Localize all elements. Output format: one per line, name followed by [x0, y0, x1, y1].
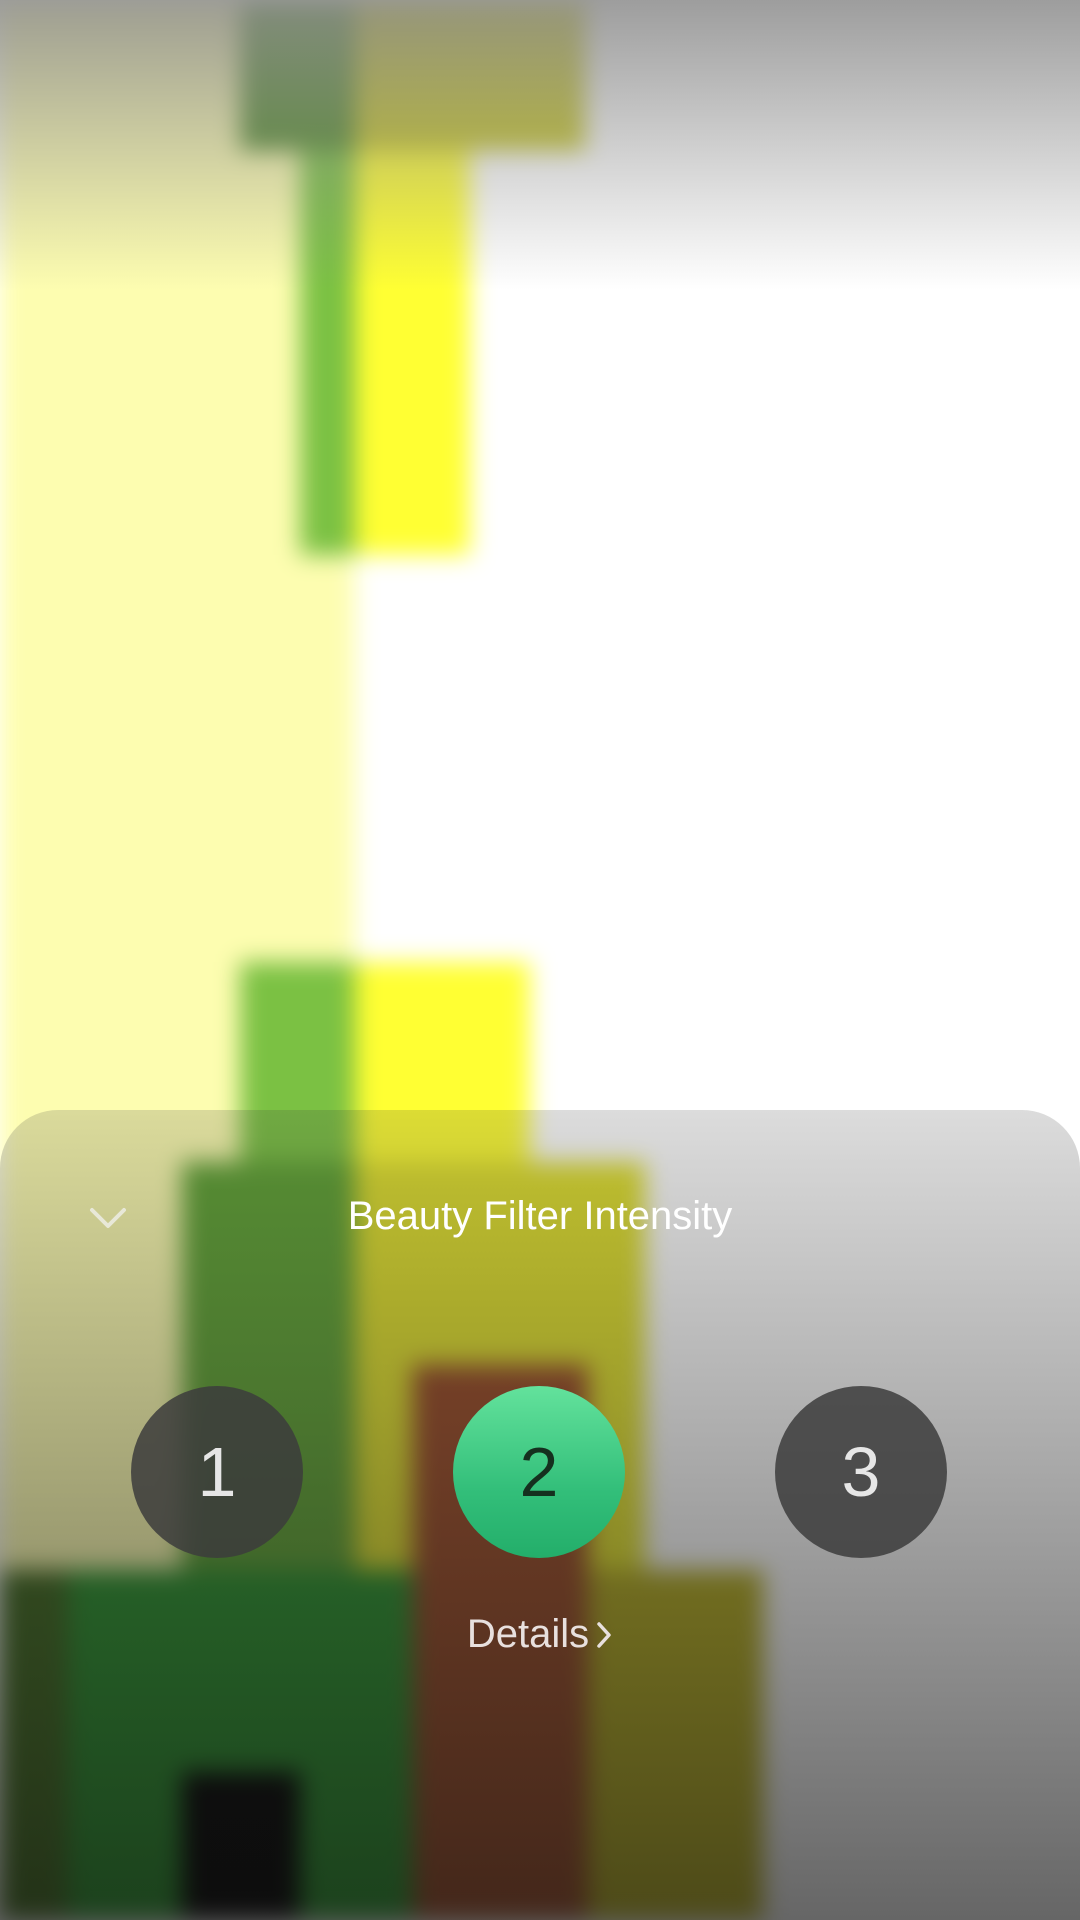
preview-top-shade	[0, 0, 1080, 290]
level-2-button[interactable]: 2	[453, 1386, 625, 1558]
level-1-button[interactable]: 1	[131, 1386, 303, 1558]
camera-screen: Beauty Filter Intensity 1 2 3 Details	[0, 0, 1080, 1920]
sheet-title: Beauty Filter Intensity	[347, 1194, 733, 1238]
level-3-button[interactable]: 3	[775, 1386, 947, 1558]
details-link[interactable]: Details	[0, 1612, 1080, 1657]
details-label: Details	[466, 1612, 590, 1656]
chevron-right-icon	[595, 1620, 613, 1650]
